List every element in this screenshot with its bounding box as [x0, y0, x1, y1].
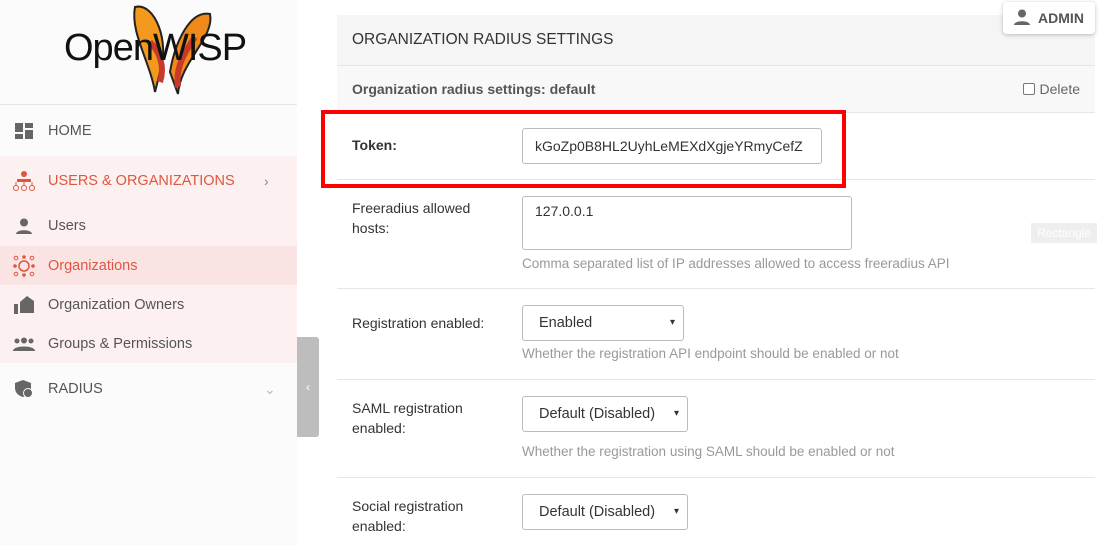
chevron-right-icon: › [264, 173, 269, 189]
sidebar-item-users-organizations[interactable]: USERS & ORGANIZATIONS › [0, 156, 297, 206]
rectangle-label: Rectangle [1031, 223, 1097, 243]
hierarchy-icon [13, 170, 35, 192]
delete-label: Delete [1039, 81, 1080, 97]
organization-icon [13, 254, 35, 277]
saml-help: Whether the registration using SAML shou… [522, 444, 895, 459]
sidebar-item-label: HOME [48, 123, 92, 139]
sidebar-item-label: Organization Owners [48, 296, 185, 313]
saml-row: SAML registration enabled: Default (Disa… [337, 380, 1095, 478]
user-icon [13, 215, 35, 237]
select-value: Enabled [539, 315, 593, 331]
registration-label: Registration enabled: [352, 315, 485, 331]
registration-select[interactable]: Enabled ▾ [522, 305, 684, 341]
chevron-down-icon: ▾ [673, 506, 679, 517]
freeradius-hosts-textarea[interactable]: 127.0.0.1 [522, 196, 852, 250]
registration-help: Whether the registration API endpoint sh… [522, 346, 899, 361]
sidebar-item-label: Users [48, 218, 86, 234]
subtitle-text: Organization radius settings: default [352, 81, 596, 97]
delete-checkbox[interactable]: Delete [1022, 81, 1080, 97]
saml-label: SAML registration enabled: [352, 400, 463, 436]
radius-settings-panel: ORGANIZATION RADIUS SETTINGS Organizatio… [337, 15, 1095, 545]
registration-row: Registration enabled: Enabled ▾ Whether t… [337, 289, 1095, 380]
chevron-down-icon: ▾ [673, 408, 679, 419]
sidebar-item-label: Organizations [48, 257, 138, 274]
group-icon [13, 333, 35, 355]
panel-subtitle: Organization radius settings: default De… [337, 65, 1095, 113]
shield-icon [13, 378, 35, 400]
chevron-down-icon: ▾ [669, 317, 675, 328]
chevron-down-icon: ⌄ [264, 380, 276, 397]
user-menu-label: ADMIN [1038, 10, 1084, 26]
sidebar-item-radius[interactable]: RADIUS ⌄ [0, 369, 297, 409]
token-highlight-box [321, 110, 846, 188]
logo[interactable]: OpenWISP [0, 0, 297, 105]
user-menu-button[interactable]: ADMIN [1003, 2, 1095, 34]
dashboard-icon [13, 120, 35, 142]
sidebar: OpenWISP HOME USERS & ORGANIZATIONS › Us… [0, 0, 297, 545]
panel-title: ORGANIZATION RADIUS SETTINGS [337, 15, 1095, 65]
logo-text: OpenWISP [64, 27, 247, 69]
user-icon [1014, 9, 1031, 28]
sidebar-item-organization-owners[interactable]: Organization Owners [0, 285, 297, 324]
sidebar-item-label: RADIUS [48, 381, 103, 397]
sidebar-item-label: USERS & ORGANIZATIONS [48, 173, 235, 189]
freeradius-help: Comma separated list of IP addresses all… [522, 256, 950, 271]
sidebar-item-organizations[interactable]: Organizations [0, 246, 297, 285]
freeradius-row: Freeradius allowed hosts: 127.0.0.1 Comm… [337, 180, 1095, 289]
sidebar-item-groups-permissions[interactable]: Groups & Permissions [0, 324, 297, 363]
social-select[interactable]: Default (Disabled) ▾ [522, 494, 688, 530]
select-value: Default (Disabled) [539, 504, 656, 520]
owner-icon [13, 294, 35, 316]
select-value: Default (Disabled) [539, 406, 656, 422]
freeradius-label: Freeradius allowed hosts: [352, 200, 471, 236]
sidebar-toggle-button[interactable]: ‹ [297, 337, 319, 437]
social-row: Social registration enabled: Default (Di… [337, 478, 1095, 558]
sidebar-item-home[interactable]: HOME [0, 106, 297, 156]
saml-select[interactable]: Default (Disabled) ▾ [522, 396, 688, 432]
checkbox-icon[interactable] [1022, 83, 1035, 95]
sidebar-item-label: Groups & Permissions [48, 335, 193, 352]
social-label: Social registration enabled: [352, 498, 464, 534]
sidebar-item-users[interactable]: Users [0, 206, 297, 246]
